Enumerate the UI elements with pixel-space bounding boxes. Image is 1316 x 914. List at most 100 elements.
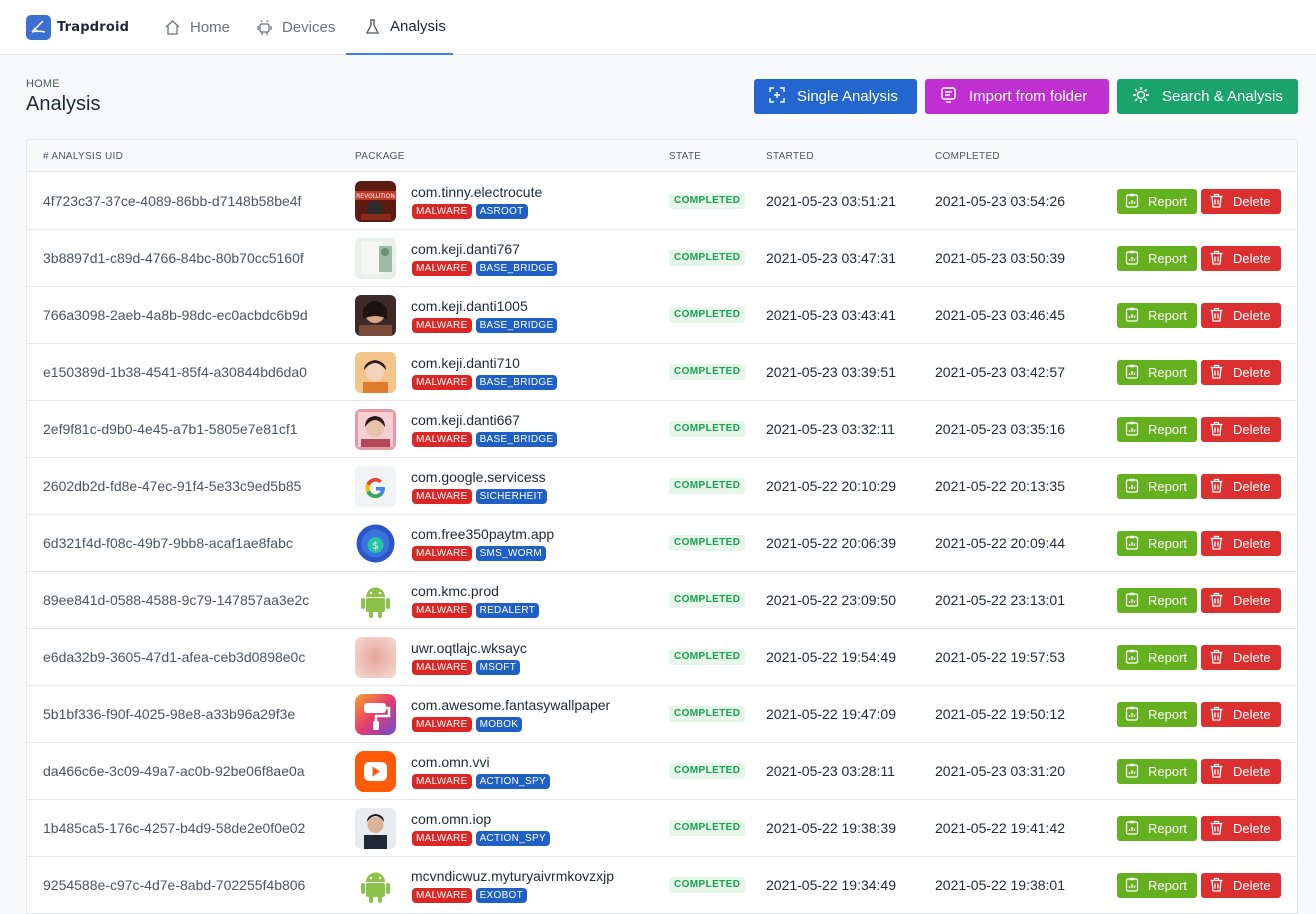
package-name[interactable]: com.google.servicess — [411, 469, 546, 485]
nav-analysis[interactable]: Analysis — [346, 0, 453, 55]
android-icon — [256, 19, 273, 36]
nav-home-label: Home — [190, 19, 231, 36]
delete-button[interactable]: Delete — [1201, 873, 1281, 898]
report-icon — [1125, 649, 1139, 667]
package-name[interactable]: com.kmc.prod — [411, 583, 499, 599]
delete-button[interactable]: Delete — [1201, 360, 1281, 385]
report-button[interactable]: Report — [1117, 303, 1197, 328]
table-row[interactable]: 3b8897d1-c89d-4766-84bc-80b70cc5160f com… — [27, 230, 1297, 287]
analysis-uid[interactable]: 2602db2d-fd8e-47ec-91f4-5e33c9ed5b85 — [43, 478, 301, 494]
android-robot-icon — [355, 865, 396, 906]
package-name[interactable]: com.omn.iop — [411, 811, 491, 827]
report-button[interactable]: Report — [1117, 816, 1197, 841]
trash-icon — [1209, 706, 1224, 724]
analysis-uid[interactable]: e150389d-1b38-4541-85f4-a30844bd6da0 — [43, 364, 307, 380]
package-name[interactable]: com.omn.vvi — [411, 754, 490, 770]
report-icon — [1125, 364, 1139, 382]
breadcrumb[interactable]: HOME — [26, 78, 60, 90]
analysis-uid[interactable]: 1b485ca5-176c-4257-b4d9-58de2e0f0e02 — [43, 820, 305, 836]
delete-button[interactable]: Delete — [1201, 474, 1281, 499]
package-name[interactable]: com.keji.danti767 — [411, 241, 520, 257]
table-row[interactable]: e6da32b9-3605-47d1-afea-ceb3d0898e0c uwr… — [27, 629, 1297, 686]
delete-button[interactable]: Delete — [1201, 588, 1281, 613]
analysis-uid[interactable]: 3b8897d1-c89d-4766-84bc-80b70cc5160f — [43, 250, 304, 266]
report-label: Report — [1148, 821, 1188, 836]
report-button[interactable]: Report — [1117, 189, 1197, 214]
table-row[interactable]: 5b1bf336-f90f-4025-98e8-a33b96a29f3e com… — [27, 686, 1297, 743]
analysis-uid[interactable]: 5b1bf336-f90f-4025-98e8-a33b96a29f3e — [43, 706, 295, 722]
package-name[interactable]: com.awesome.fantasywallpaper — [411, 697, 610, 713]
import-from-folder-button[interactable]: Import from folder — [925, 79, 1109, 114]
delete-button[interactable]: Delete — [1201, 303, 1281, 328]
column-header-package[interactable]: PACKAGE — [355, 151, 405, 162]
delete-button[interactable]: Delete — [1201, 189, 1281, 214]
brand[interactable]: Trapdroid — [26, 15, 129, 40]
column-header-started[interactable]: STARTED — [766, 151, 814, 162]
table-row[interactable]: 6d321f4d-f08c-49b7-9bb8-acaf1ae8fabc $ c… — [27, 515, 1297, 572]
family-tag: BASE_BRIDGE — [475, 432, 558, 447]
analysis-uid[interactable]: 4f723c37-37ce-4089-86bb-d7148b58be4f — [43, 193, 301, 209]
nav-home[interactable]: Home — [146, 0, 248, 55]
status-badge: COMPLETED — [669, 592, 746, 608]
table-row[interactable]: 2602db2d-fd8e-47ec-91f4-5e33c9ed5b85 com… — [27, 458, 1297, 515]
report-button[interactable]: Report — [1117, 417, 1197, 442]
report-button[interactable]: Report — [1117, 246, 1197, 271]
analysis-uid[interactable]: 766a3098-2aeb-4a8b-98dc-ec0acbdc6b9d — [43, 307, 308, 323]
report-button[interactable]: Report — [1117, 360, 1197, 385]
table-row[interactable]: 4f723c37-37ce-4089-86bb-d7148b58be4f REV… — [27, 173, 1297, 230]
report-icon — [1125, 535, 1139, 553]
report-button[interactable]: Report — [1117, 873, 1197, 898]
column-header-completed[interactable]: COMPLETED — [935, 151, 1000, 162]
search-and-analysis-button[interactable]: Search & Analysis — [1117, 79, 1298, 114]
analysis-uid[interactable]: 9254588e-c97c-4d7e-8abd-702255f4b806 — [43, 877, 305, 893]
delete-button[interactable]: Delete — [1201, 759, 1281, 784]
trash-icon — [1209, 250, 1224, 268]
column-header-uid[interactable]: # ANALYSIS UID — [43, 151, 123, 162]
delete-button[interactable]: Delete — [1201, 417, 1281, 442]
report-label: Report — [1148, 365, 1188, 380]
delete-label: Delete — [1233, 251, 1271, 266]
scan-icon — [769, 86, 785, 107]
table-row[interactable]: 89ee841d-0588-4588-9c79-147857aa3e2c com… — [27, 572, 1297, 629]
report-button[interactable]: Report — [1117, 588, 1197, 613]
analysis-uid[interactable]: e6da32b9-3605-47d1-afea-ceb3d0898e0c — [43, 649, 305, 665]
status-badge: COMPLETED — [669, 649, 746, 665]
report-icon — [1125, 421, 1139, 439]
folder-import-icon — [940, 86, 957, 107]
package-name[interactable]: uwr.oqtlajc.wksayc — [411, 640, 527, 656]
table-row[interactable]: 2ef9f81c-d9b0-4e45-a7b1-5805e7e81cf1 com… — [27, 401, 1297, 458]
table-row[interactable]: 9254588e-c97c-4d7e-8abd-702255f4b806 mcv… — [27, 857, 1297, 914]
package-name[interactable]: com.tinny.electrocute — [411, 184, 542, 200]
column-header-state[interactable]: STATE — [669, 151, 701, 162]
delete-button[interactable]: Delete — [1201, 816, 1281, 841]
delete-button[interactable]: Delete — [1201, 702, 1281, 727]
single-analysis-button[interactable]: Single Analysis — [754, 79, 917, 114]
table-row[interactable]: 1b485ca5-176c-4257-b4d9-58de2e0f0e02 com… — [27, 800, 1297, 857]
analysis-uid[interactable]: 89ee841d-0588-4588-9c79-147857aa3e2c — [43, 592, 309, 608]
package-name[interactable]: com.keji.danti667 — [411, 412, 520, 428]
malware-tag: MALWARE — [412, 489, 472, 504]
package-name[interactable]: com.keji.danti710 — [411, 355, 520, 371]
report-button[interactable]: Report — [1117, 702, 1197, 727]
report-button[interactable]: Report — [1117, 531, 1197, 556]
family-tag: BASE_BRIDGE — [475, 318, 558, 333]
report-button[interactable]: Report — [1117, 759, 1197, 784]
delete-button[interactable]: Delete — [1201, 645, 1281, 670]
analysis-uid[interactable]: 6d321f4d-f08c-49b7-9bb8-acaf1ae8fabc — [43, 535, 293, 551]
package-tags: MALWARE SMS_WORM — [412, 546, 546, 561]
delete-button[interactable]: Delete — [1201, 246, 1281, 271]
package-name[interactable]: mcvndicwuz.myturyaivrmkovzxjp — [411, 868, 614, 884]
report-button[interactable]: Report — [1117, 645, 1197, 670]
report-button[interactable]: Report — [1117, 474, 1197, 499]
package-name[interactable]: com.free350paytm.app — [411, 526, 554, 542]
nav-devices[interactable]: Devices — [238, 0, 353, 55]
family-tag: MOBOK — [475, 717, 523, 732]
table-row[interactable]: e150389d-1b38-4541-85f4-a30844bd6da0 com… — [27, 344, 1297, 401]
delete-button[interactable]: Delete — [1201, 531, 1281, 556]
analysis-uid[interactable]: 2ef9f81c-d9b0-4e45-a7b1-5805e7e81cf1 — [43, 421, 298, 437]
table-row[interactable]: da466c6e-3c09-49a7-ac0b-92be06f8ae0a com… — [27, 743, 1297, 800]
package-name[interactable]: com.keji.danti1005 — [411, 298, 528, 314]
table-row[interactable]: 766a3098-2aeb-4a8b-98dc-ec0acbdc6b9d com… — [27, 287, 1297, 344]
report-label: Report — [1148, 764, 1188, 779]
analysis-uid[interactable]: da466c6e-3c09-49a7-ac0b-92be06f8ae0a — [43, 763, 305, 779]
